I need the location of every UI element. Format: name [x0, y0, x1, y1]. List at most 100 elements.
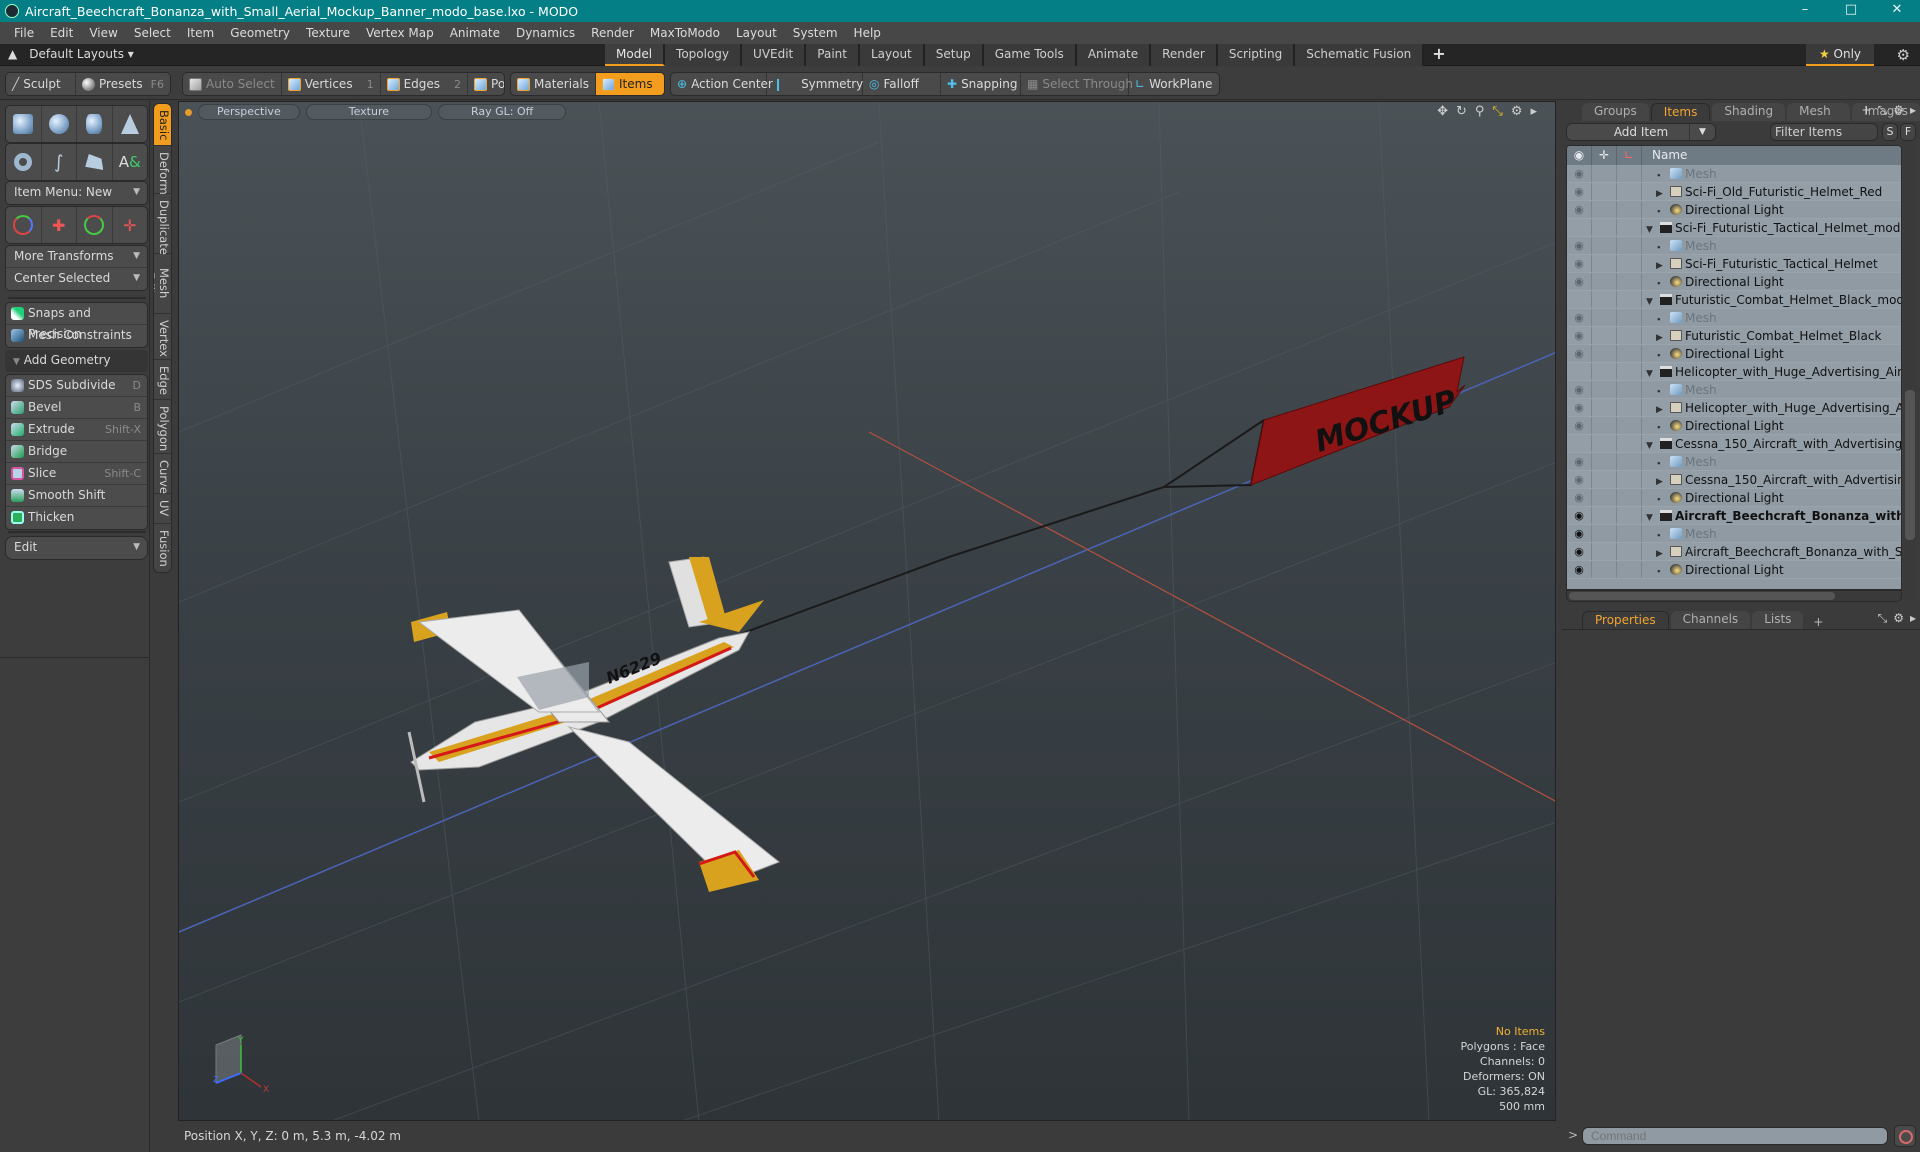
- item-list-row[interactable]: ◉ ∙ Directional Light: [1567, 417, 1901, 435]
- item-list-row[interactable]: ◉ ▶ Cessna_150_Aircraft_with_Advertising_ …: [1567, 471, 1901, 489]
- visibility-eye-icon[interactable]: ◉: [1567, 525, 1592, 542]
- lock-cell[interactable]: [1592, 291, 1617, 308]
- create-cone-button[interactable]: [113, 106, 148, 142]
- tool-thicken[interactable]: Thicken: [6, 507, 147, 529]
- vtab-deform[interactable]: Deform: [154, 146, 171, 195]
- item-name[interactable]: ∙ Mesh: [1642, 453, 1901, 470]
- lock-cell[interactable]: [1592, 543, 1617, 560]
- item-name[interactable]: ∙ Mesh: [1642, 237, 1901, 254]
- filter-s-button[interactable]: S: [1882, 123, 1898, 141]
- presets-button[interactable]: Presets F6: [76, 73, 170, 95]
- item-name[interactable]: ∙ Directional Light: [1642, 345, 1901, 362]
- edges-mode-button[interactable]: Edges 2: [381, 73, 469, 95]
- lock-cell[interactable]: [1592, 327, 1617, 344]
- properties-gear-icon[interactable]: ⚙: [1893, 611, 1904, 626]
- visibility-eye-icon[interactable]: ◉: [1567, 381, 1592, 398]
- lock-cell[interactable]: [1592, 525, 1617, 542]
- visibility-eye-icon[interactable]: ◉: [1567, 471, 1592, 488]
- item-name[interactable]: ▼ Sci-Fi_Futuristic_Tactical_Helmet_modo_…: [1642, 219, 1901, 236]
- lock-cell[interactable]: [1592, 417, 1617, 434]
- lock-cell[interactable]: [1592, 471, 1617, 488]
- lock-cell[interactable]: [1592, 237, 1617, 254]
- tab-lists[interactable]: Lists: [1752, 611, 1804, 629]
- create-torus-button[interactable]: [6, 144, 42, 180]
- visibility-eye-icon[interactable]: ◉: [1567, 201, 1592, 218]
- minimize-button[interactable]: –: [1782, 0, 1828, 22]
- lock-cell[interactable]: [1592, 453, 1617, 470]
- vtab-duplicate[interactable]: Duplicate: [154, 194, 171, 255]
- command-input[interactable]: [1582, 1127, 1888, 1145]
- tab-shading[interactable]: Shading: [1712, 103, 1786, 121]
- create-text-button[interactable]: A&: [113, 144, 148, 180]
- expand-toggle-icon[interactable]: ▼: [1646, 437, 1660, 452]
- transform-button[interactable]: [6, 207, 42, 243]
- vtab-edge[interactable]: Edge: [154, 360, 171, 400]
- expand-toggle-icon[interactable]: ▼: [1646, 293, 1660, 308]
- rotate-button[interactable]: [77, 207, 113, 243]
- lock-cell[interactable]: [1592, 561, 1617, 578]
- visibility-eye-icon[interactable]: ◉: [1567, 543, 1592, 560]
- default-layouts-dropdown[interactable]: Default Layouts ▾: [29, 47, 134, 61]
- expand-toggle-icon[interactable]: ▼: [1646, 221, 1660, 236]
- vtab-basic[interactable]: Basic: [154, 104, 171, 146]
- panel-gear-icon[interactable]: ⚙: [1893, 103, 1904, 118]
- properties-menu-arrow-icon[interactable]: ▸: [1910, 611, 1916, 626]
- raygl-button[interactable]: Ray GL: Off: [438, 104, 567, 120]
- scale-button[interactable]: ✛: [113, 207, 148, 243]
- item-list-row[interactable]: ◉ ▼ Aircraft_Beechcraft_Bonanza_with_ ...: [1567, 507, 1901, 525]
- horizontal-scrollbar[interactable]: [1566, 590, 1902, 602]
- item-name[interactable]: ▶ Cessna_150_Aircraft_with_Advertising_ .…: [1642, 471, 1901, 488]
- layout-tab-topology[interactable]: Topology: [665, 44, 743, 66]
- lock-cell[interactable]: [1592, 399, 1617, 416]
- item-list-row[interactable]: ◉ ∙ Directional Light: [1567, 345, 1901, 363]
- create-capsule-button[interactable]: ∫: [42, 144, 77, 180]
- falloff-button[interactable]: ◎ Falloff: [863, 73, 941, 95]
- layout-tab-scripting[interactable]: Scripting: [1217, 44, 1296, 66]
- visibility-eye-icon[interactable]: ◉: [1567, 237, 1592, 254]
- vertical-scrollbar[interactable]: [1904, 145, 1916, 600]
- lock-cell[interactable]: [1592, 219, 1617, 236]
- expand-toggle-icon[interactable]: ▶: [1656, 401, 1670, 416]
- visibility-column-eye-icon[interactable]: ◉: [1567, 146, 1592, 165]
- add-properties-tab-icon[interactable]: +: [1805, 615, 1831, 629]
- expand-properties-icon[interactable]: ⤡: [1878, 611, 1888, 626]
- expand-toggle-icon[interactable]: ▶: [1656, 473, 1670, 488]
- filter-items-input[interactable]: Filter Items: [1770, 123, 1878, 141]
- polygons-mode-button[interactable]: Polygons: [468, 73, 504, 95]
- item-name[interactable]: ▼ Aircraft_Beechcraft_Bonanza_with_ ...: [1642, 507, 1901, 524]
- layout-tab-paint[interactable]: Paint: [806, 44, 860, 66]
- menu-file[interactable]: File: [6, 26, 42, 40]
- item-name[interactable]: ∙ Directional Light: [1642, 489, 1901, 506]
- layout-tab-setup[interactable]: Setup: [924, 44, 984, 66]
- lock-cell[interactable]: [1592, 165, 1617, 182]
- vtab-mesh-edit[interactable]: Mesh Edit: [154, 254, 171, 314]
- name-column-header[interactable]: Name: [1642, 146, 1901, 165]
- item-name[interactable]: ∙ Directional Light: [1642, 561, 1901, 578]
- visibility-cell[interactable]: [1567, 219, 1592, 236]
- layout-tab-animate[interactable]: Animate: [1076, 44, 1152, 66]
- viewport-menu-arrow-icon[interactable]: ▸: [1530, 104, 1537, 119]
- item-list-row[interactable]: ▼ Cessna_150_Aircraft_with_Advertising_Ai…: [1567, 435, 1901, 453]
- visibility-cell[interactable]: [1567, 363, 1592, 380]
- close-button[interactable]: ✕: [1874, 0, 1920, 22]
- vtab-polygon[interactable]: Polygon: [154, 400, 171, 454]
- create-cube-button[interactable]: [6, 106, 42, 142]
- item-menu-dropdown[interactable]: Item Menu: New Item▼: [6, 182, 147, 204]
- tool-sds-subdivide[interactable]: SDS Subdivide D: [6, 375, 147, 397]
- tab-properties[interactable]: Properties: [1582, 611, 1669, 629]
- more-transforms-dropdown[interactable]: More Transforms ▼: [6, 246, 147, 268]
- axis-column-icon[interactable]: ∟: [1617, 146, 1642, 165]
- center-selected-dropdown[interactable]: Center Selected ▼: [6, 268, 147, 290]
- layout-tab-render[interactable]: Render: [1151, 44, 1218, 66]
- expand-toggle-icon[interactable]: ▼: [1646, 509, 1660, 524]
- item-list-row[interactable]: ◉ ∙ Mesh: [1567, 165, 1901, 183]
- item-list-row[interactable]: ◉ ▶ Sci-Fi_Futuristic_Tactical_Helmet: [1567, 255, 1901, 273]
- item-list-row[interactable]: ◉ ▶ Futuristic_Combat_Helmet_Black: [1567, 327, 1901, 345]
- visibility-eye-icon[interactable]: ◉: [1567, 183, 1592, 200]
- tab-items[interactable]: Items: [1650, 103, 1711, 121]
- item-list-row[interactable]: ◉ ▶ Helicopter_with_Huge_Advertising_Air_ …: [1567, 399, 1901, 417]
- item-name[interactable]: ∙ Directional Light: [1642, 273, 1901, 290]
- add-layout-tab-button[interactable]: +: [1424, 44, 1453, 66]
- lock-cell[interactable]: [1592, 255, 1617, 272]
- tool-bridge[interactable]: Bridge: [6, 441, 147, 463]
